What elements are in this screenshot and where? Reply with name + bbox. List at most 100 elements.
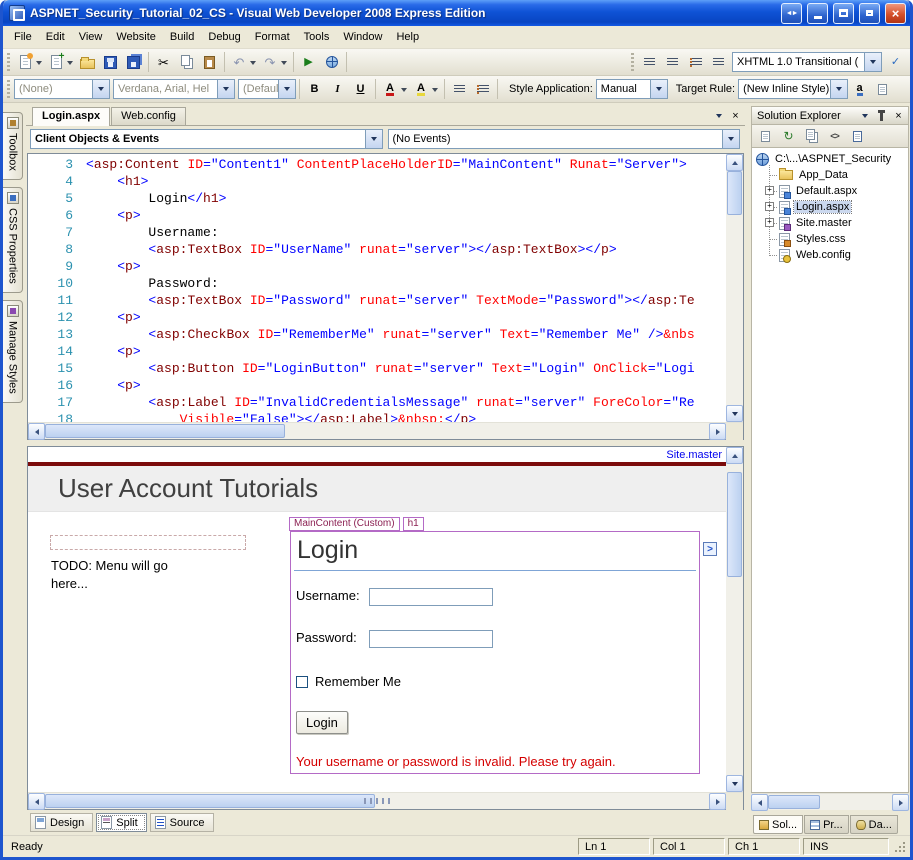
- title-bar[interactable]: ASPNET_Security_Tutorial_02_CS - Visual …: [3, 0, 910, 26]
- menu-format[interactable]: Format: [248, 28, 297, 46]
- target-rule-combo[interactable]: (New Inline Style): [738, 79, 848, 99]
- design-surface[interactable]: Site.master User Account Tutorials TODO:…: [28, 447, 726, 792]
- properties-button[interactable]: [755, 127, 776, 146]
- menu-debug[interactable]: Debug: [201, 28, 247, 46]
- toolbar-grip[interactable]: [631, 53, 634, 71]
- panel-title-bar[interactable]: Solution Explorer ×: [751, 106, 909, 125]
- menu-window[interactable]: Window: [336, 28, 389, 46]
- tree-item-default-aspx[interactable]: +Default.aspx: [765, 183, 908, 199]
- redo-button[interactable]: ↷: [259, 51, 290, 73]
- event-combo[interactable]: (No Events): [388, 129, 741, 149]
- tab-web-config[interactable]: Web.config: [111, 107, 186, 125]
- toolbar-grip[interactable]: [7, 53, 10, 71]
- decrease-indent-button[interactable]: [638, 51, 661, 73]
- password-textbox[interactable]: [369, 630, 493, 648]
- list-button[interactable]: [471, 78, 494, 100]
- tree-item-styles-css[interactable]: +Styles.css: [765, 231, 908, 247]
- design-vertical-scrollbar[interactable]: [726, 447, 743, 792]
- menu-tools[interactable]: Tools: [297, 28, 337, 46]
- menu-build[interactable]: Build: [163, 28, 201, 46]
- style-application-dropdown[interactable]: [650, 80, 667, 98]
- tree-root-website[interactable]: C:\...\ASPNET_Security: [756, 151, 908, 167]
- menu-edit[interactable]: Edit: [39, 28, 72, 46]
- object-combo[interactable]: Client Objects & Events: [30, 129, 383, 149]
- scroll-track[interactable]: [726, 464, 743, 775]
- cut-button[interactable]: ✂: [152, 51, 175, 73]
- panel-horizontal-scrollbar[interactable]: [751, 793, 909, 810]
- maincontent-region-tab[interactable]: MainContent (Custom): [289, 517, 400, 531]
- open-file-button[interactable]: [76, 51, 99, 73]
- close-button[interactable]: ×: [885, 3, 906, 24]
- maximize-button[interactable]: [833, 3, 854, 24]
- expander-icon[interactable]: +: [765, 202, 774, 211]
- scroll-track[interactable]: [726, 171, 743, 405]
- save-button[interactable]: [99, 51, 122, 73]
- menu-website[interactable]: Website: [109, 28, 163, 46]
- tab-solution-explorer[interactable]: Sol...: [753, 815, 803, 834]
- expander-icon[interactable]: +: [765, 186, 774, 195]
- split-view-button[interactable]: Split: [96, 813, 146, 832]
- save-all-button[interactable]: [122, 51, 145, 73]
- event-combo-dropdown[interactable]: [722, 130, 739, 148]
- close-document-button[interactable]: ×: [728, 108, 743, 123]
- increase-indent-button[interactable]: [661, 51, 684, 73]
- login-button[interactable]: Login: [296, 711, 348, 734]
- master-page-link[interactable]: Site.master: [666, 449, 722, 461]
- h1-element-tab[interactable]: h1: [403, 517, 424, 531]
- copy-button[interactable]: [175, 51, 198, 73]
- maincontent-region[interactable]: MainContent (Custom) h1 > Login Username…: [290, 531, 700, 774]
- auto-hide-button[interactable]: [874, 109, 889, 123]
- scroll-left-button[interactable]: [751, 794, 768, 811]
- tree-item-site-master[interactable]: +Site.master: [765, 215, 908, 231]
- expander-icon[interactable]: +: [765, 218, 774, 227]
- scroll-down-button[interactable]: [726, 405, 743, 422]
- scroll-left-button[interactable]: [28, 423, 45, 440]
- underline-button[interactable]: U: [349, 78, 372, 100]
- view-designer-button[interactable]: [847, 127, 868, 146]
- tab-login-aspx[interactable]: Login.aspx: [32, 107, 110, 126]
- maincontent-placeholder[interactable]: Login Username: Password: Remember Me: [290, 531, 700, 774]
- window-nav-button[interactable]: ◄►: [781, 3, 802, 24]
- restore-button[interactable]: [859, 3, 880, 24]
- scroll-down-button[interactable]: [726, 775, 743, 792]
- scroll-up-button[interactable]: [726, 154, 743, 171]
- font-color-button[interactable]: A: [379, 78, 410, 100]
- minimize-button[interactable]: [807, 3, 828, 24]
- attach-style-sheet-button[interactable]: [871, 78, 894, 100]
- start-debugging-button[interactable]: ▶: [297, 51, 320, 73]
- tree-item-app-data[interactable]: +App_Data: [765, 167, 908, 183]
- document-list-button[interactable]: [711, 108, 726, 123]
- scroll-track[interactable]: [45, 423, 709, 439]
- target-rule-dropdown[interactable]: [830, 80, 847, 98]
- tab-properties[interactable]: Pr...: [804, 815, 849, 834]
- sidebar-tab-toolbox[interactable]: Toolbox: [3, 112, 23, 180]
- remember-me-checkbox[interactable]: [296, 676, 308, 688]
- scroll-thumb[interactable]: [727, 171, 742, 215]
- font-family-dropdown[interactable]: [217, 80, 234, 98]
- sidebar-tab-manage-styles[interactable]: Manage Styles: [3, 300, 23, 403]
- tab-database-explorer[interactable]: Da...: [850, 815, 898, 834]
- solution-tree[interactable]: C:\...\ASPNET_Security +App_Data+Default…: [751, 148, 909, 793]
- pane-splitter-grip[interactable]: [364, 798, 390, 804]
- design-view-button[interactable]: Design: [30, 813, 93, 832]
- paste-button[interactable]: [198, 51, 221, 73]
- scroll-right-button[interactable]: [709, 423, 726, 440]
- doctype-combo-dropdown[interactable]: [864, 53, 881, 71]
- target-class-dropdown[interactable]: [92, 80, 109, 98]
- source-vertical-scrollbar[interactable]: [726, 154, 743, 422]
- format-document-button[interactable]: [707, 51, 730, 73]
- menu-help[interactable]: Help: [389, 28, 426, 46]
- target-class-combo[interactable]: (None): [14, 79, 110, 99]
- style-application-combo[interactable]: Manual: [596, 79, 668, 99]
- scroll-thumb[interactable]: [45, 424, 285, 438]
- scroll-left-button[interactable]: [28, 793, 45, 810]
- menu-view[interactable]: View: [72, 28, 110, 46]
- scroll-thumb[interactable]: [727, 472, 742, 577]
- close-panel-button[interactable]: ×: [891, 109, 906, 123]
- scroll-right-button[interactable]: [709, 793, 726, 810]
- view-code-button[interactable]: <>: [824, 127, 845, 146]
- doctype-combo[interactable]: XHTML 1.0 Transitional (: [732, 52, 882, 72]
- alignment-button[interactable]: [448, 78, 471, 100]
- scroll-up-button[interactable]: [726, 447, 743, 464]
- sidebar-tab-css-properties[interactable]: CSS Properties: [3, 187, 23, 293]
